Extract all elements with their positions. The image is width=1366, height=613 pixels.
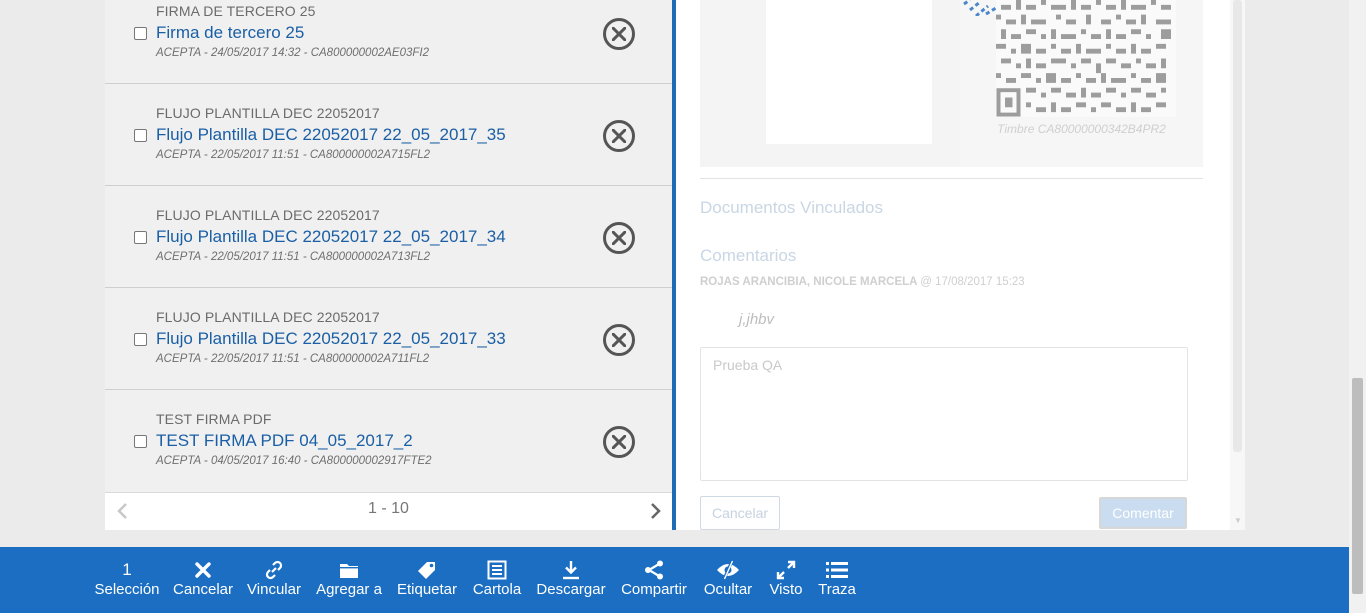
timbre-block: Timbre CA80000000342B4PR2 xyxy=(960,0,1203,167)
download-icon xyxy=(563,561,579,580)
list-item[interactable]: FLUJO PLANTILLA DEC 22052017 Flujo Plant… xyxy=(105,84,672,186)
item-category: FLUJO PLANTILLA DEC 22052017 xyxy=(156,309,380,325)
list-item[interactable]: FIRMA DE TERCERO 25 Firma de tercero 25 … xyxy=(105,0,672,84)
comment-author-name: ROJAS ARANCIBIA, NICOLE MARCELA xyxy=(700,276,918,288)
trace-button[interactable]: Traza xyxy=(818,547,856,613)
select-checkbox[interactable] xyxy=(134,27,147,40)
tag-icon xyxy=(418,562,435,579)
toolbar-label: Agregar a xyxy=(316,581,382,598)
chevron-right-icon[interactable] xyxy=(647,501,663,521)
toolbar-label: Etiquetar xyxy=(396,581,458,598)
eye-slash-icon xyxy=(717,560,739,580)
qr-code-icon xyxy=(996,0,1176,117)
toolbar-label: Cancelar xyxy=(172,581,234,598)
seen-button[interactable]: Visto xyxy=(769,547,803,613)
select-checkbox[interactable] xyxy=(134,231,147,244)
cartola-button[interactable]: Cartola xyxy=(473,547,521,613)
expand-icon xyxy=(776,560,796,580)
item-category: FLUJO PLANTILLA DEC 22052017 xyxy=(156,105,380,121)
item-meta: ACEPTA - 22/05/2017 11:51 - CA800000002A… xyxy=(156,353,430,365)
document-list: FIRMA DE TERCERO 25 Firma de tercero 25 … xyxy=(105,0,672,530)
comments-title: Comentarios xyxy=(700,246,797,265)
x-icon xyxy=(195,562,211,578)
item-title[interactable]: TEST FIRMA PDF 04_05_2017_2 xyxy=(156,431,413,451)
item-meta: ACEPTA - 22/05/2017 11:51 - CA800000002A… xyxy=(156,251,431,263)
pagination: 1 - 10 xyxy=(105,492,672,530)
toolbar-label: Ocultar xyxy=(703,581,753,598)
toolbar-label: Cartola xyxy=(472,581,522,598)
toolbar-label: Visto xyxy=(769,581,803,598)
item-title[interactable]: Flujo Plantilla DEC 22052017 22_05_2017_… xyxy=(156,329,506,349)
add-to-button[interactable]: Agregar a xyxy=(316,547,382,613)
comment-text: j,jhbv xyxy=(739,311,775,328)
remove-icon[interactable] xyxy=(603,18,635,50)
section-divider xyxy=(700,178,1203,179)
cancel-comment-button[interactable]: Cancelar xyxy=(700,496,780,530)
item-title[interactable]: Flujo Plantilla DEC 22052017 22_05_2017_… xyxy=(156,227,506,247)
link-icon xyxy=(265,560,283,580)
toolbar-label: Vincular xyxy=(247,581,301,598)
detail-scrollbar-thumb[interactable] xyxy=(1233,0,1242,452)
list-item[interactable]: TEST FIRMA PDF TEST FIRMA PDF 04_05_2017… xyxy=(105,390,672,492)
timbre-label: Timbre CA80000000342B4PR2 xyxy=(997,122,1166,136)
item-meta: ACEPTA - 04/05/2017 16:40 - CA8000000029… xyxy=(156,455,432,467)
stripes-icon xyxy=(963,0,997,16)
scroll-down-icon[interactable]: ▼ xyxy=(1234,516,1242,525)
item-category: FIRMA DE TERCERO 25 xyxy=(156,3,316,19)
toolbar-label: Traza xyxy=(818,581,856,598)
preview-page xyxy=(766,0,932,144)
document-detail: Timbre CA80000000342B4PR2 Documentos Vin… xyxy=(676,0,1245,530)
item-category: FLUJO PLANTILLA DEC 22052017 xyxy=(156,207,380,223)
list-sheet-icon xyxy=(487,560,507,580)
document-preview: Timbre CA80000000342B4PR2 xyxy=(700,0,1203,167)
share-button[interactable]: Compartir xyxy=(621,547,687,613)
toolbar-label: Selección xyxy=(94,581,160,598)
cancel-button[interactable]: Cancelar xyxy=(173,547,233,613)
toolbar-label: Compartir xyxy=(621,581,687,598)
select-checkbox[interactable] xyxy=(134,129,147,142)
list-item[interactable]: FLUJO PLANTILLA DEC 22052017 Flujo Plant… xyxy=(105,186,672,288)
comment-at: @ xyxy=(920,276,932,288)
link-button[interactable]: Vincular xyxy=(247,547,301,613)
select-checkbox[interactable] xyxy=(134,333,147,346)
download-button[interactable]: Descargar xyxy=(536,547,606,613)
item-title[interactable]: Firma de tercero 25 xyxy=(156,23,304,43)
item-meta: ACEPTA - 24/05/2017 14:32 - CA800000002A… xyxy=(156,47,429,59)
item-category: TEST FIRMA PDF xyxy=(156,411,272,427)
hide-button[interactable]: Ocultar xyxy=(704,547,752,613)
comment-input[interactable]: Prueba QA xyxy=(700,347,1188,481)
folder-icon xyxy=(340,563,358,578)
window-scrollbar[interactable] xyxy=(1349,0,1366,613)
item-meta: ACEPTA - 22/05/2017 11:51 - CA800000002A… xyxy=(156,149,431,161)
submit-comment-button[interactable]: Comentar xyxy=(1099,497,1187,529)
toolbar-label: Descargar xyxy=(536,581,606,598)
tag-button[interactable]: Etiquetar xyxy=(397,547,457,613)
page-range: 1 - 10 xyxy=(368,500,409,517)
detail-scrollbar[interactable]: ▼ xyxy=(1230,0,1245,530)
comment-date: 17/08/2017 15:23 xyxy=(935,276,1025,288)
action-toolbar: 1 Selección Cancelar Vincular Agregar a … xyxy=(0,547,1349,613)
window-scrollbar-thumb[interactable] xyxy=(1352,378,1363,594)
remove-icon[interactable] xyxy=(603,426,635,458)
select-checkbox[interactable] xyxy=(134,435,147,448)
selection-count: 1 xyxy=(122,560,132,579)
list-item[interactable]: FLUJO PLANTILLA DEC 22052017 Flujo Plant… xyxy=(105,288,672,390)
item-title[interactable]: Flujo Plantilla DEC 22052017 22_05_2017_… xyxy=(156,125,506,145)
list-icon xyxy=(826,562,848,578)
selection-button[interactable]: 1 Selección xyxy=(94,547,159,613)
comment-author: ROJAS ARANCIBIA, NICOLE MARCELA @ 17/08/… xyxy=(700,276,1025,288)
linked-documents-title: Documentos Vinculados xyxy=(700,198,884,217)
share-icon xyxy=(645,560,663,580)
remove-icon[interactable] xyxy=(603,120,635,152)
remove-icon[interactable] xyxy=(603,324,635,356)
remove-icon[interactable] xyxy=(603,222,635,254)
